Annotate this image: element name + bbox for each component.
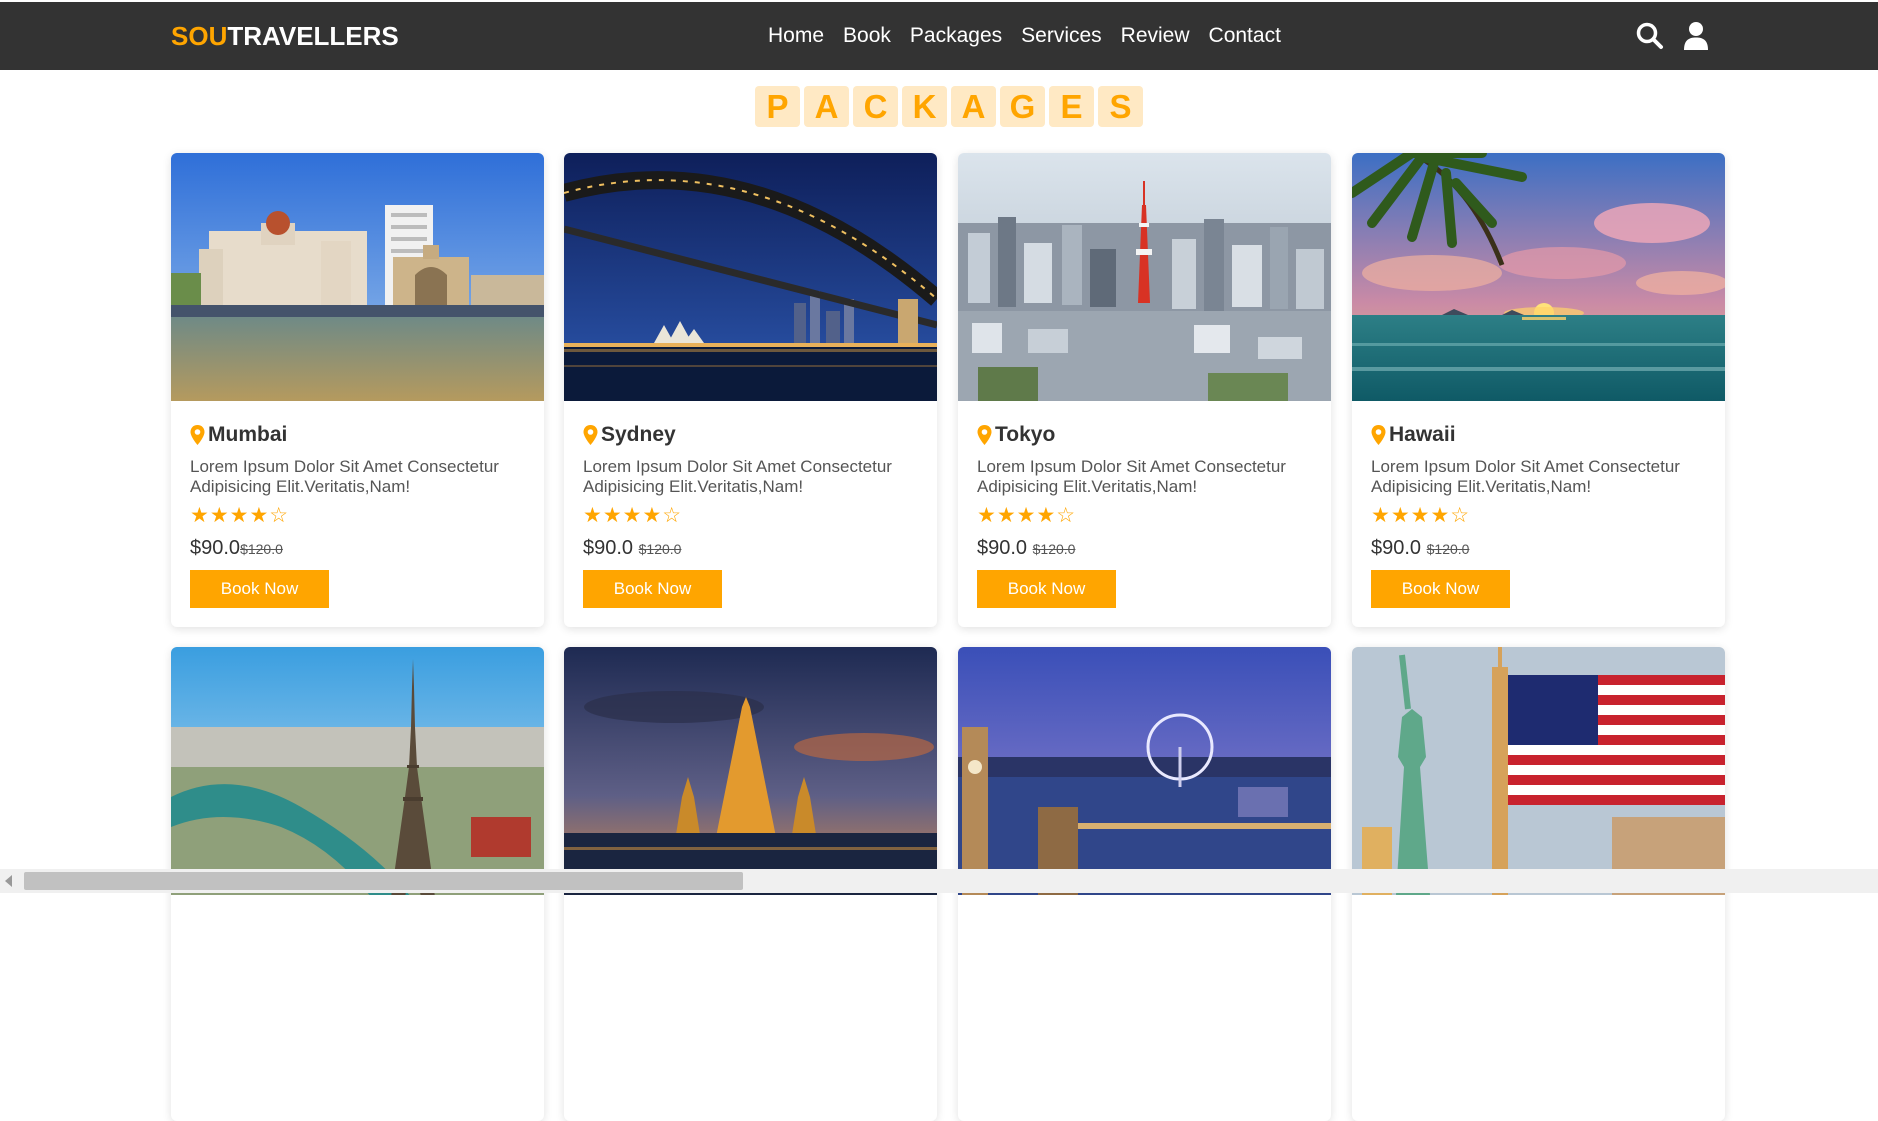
current-price: $90.0 (977, 537, 1028, 559)
user-icon[interactable] (1680, 20, 1712, 52)
heading-letter: P (755, 86, 800, 127)
package-price: $90.0 $120.0 (1371, 537, 1469, 560)
package-city: Hawaii (1389, 423, 1456, 446)
package-price: $90.0 $120.0 (977, 537, 1075, 560)
package-image-bangkok (564, 647, 937, 895)
current-price: $90.0 (1371, 537, 1422, 559)
nav-link-book[interactable]: Book (843, 24, 891, 48)
book-now-button[interactable]: Book Now (190, 570, 329, 608)
current-price: $90.0 (190, 537, 241, 559)
package-card-hawaii: Hawaii Lorem Ipsum Dolor Sit Amet Consec… (1352, 153, 1725, 627)
book-now-button[interactable]: Book Now (1371, 570, 1510, 608)
map-pin-icon (583, 425, 598, 445)
package-card-sydney: Sydney Lorem Ipsum Dolor Sit Amet Consec… (564, 153, 937, 627)
nav-link-home[interactable]: Home (768, 24, 824, 48)
heading-letter: A (951, 86, 996, 127)
heading-letter: E (1049, 86, 1094, 127)
package-image-london (958, 647, 1331, 895)
package-price: $90.0 $120.0 (583, 537, 681, 560)
section-heading: P A C K A G E S (755, 86, 1143, 127)
logo-text: TRAVELLERS (227, 21, 399, 51)
package-description: Lorem Ipsum Dolor Sit Amet Consectetur A… (190, 457, 499, 496)
package-city: Tokyo (995, 423, 1056, 446)
nav-links: Home Book Packages Services Review Conta… (768, 2, 1281, 70)
package-price: $90.0$120.0 (190, 537, 283, 560)
package-city: Sydney (601, 423, 676, 446)
book-now-button[interactable]: Book Now (583, 570, 722, 608)
nav-link-services[interactable]: Services (1021, 24, 1102, 48)
navbar: SOUTRAVELLERS Home Book Packages Service… (0, 2, 1878, 70)
map-pin-icon (190, 425, 205, 445)
package-card-tokyo: Tokyo Lorem Ipsum Dolor Sit Amet Consect… (958, 153, 1331, 627)
logo[interactable]: SOUTRAVELLERS (171, 2, 399, 70)
horizontal-scrollbar[interactable] (0, 869, 1878, 893)
scrollbar-thumb[interactable] (24, 872, 743, 890)
current-price: $90.0 (583, 537, 634, 559)
package-description: Lorem Ipsum Dolor Sit Amet Consectetur A… (977, 457, 1286, 496)
search-icon[interactable] (1634, 20, 1666, 52)
book-now-button[interactable]: Book Now (977, 570, 1116, 608)
package-image-hawaii (1352, 153, 1725, 401)
package-card-mumbai: Mumbai Lorem Ipsum Dolor Sit Amet Consec… (171, 153, 544, 627)
package-title: Mumbai (190, 423, 287, 447)
package-image-usa (1352, 647, 1725, 895)
heading-letter: S (1098, 86, 1143, 127)
package-city: Mumbai (208, 423, 288, 446)
heading-letter: C (853, 86, 898, 127)
star-rating: ★★★★☆ (977, 504, 1077, 527)
star-rating: ★★★★☆ (1371, 504, 1471, 527)
scroll-left-arrow-icon[interactable] (5, 875, 12, 887)
old-price: $120.0 (1032, 541, 1076, 557)
package-description: Lorem Ipsum Dolor Sit Amet Consectetur A… (1371, 457, 1680, 496)
map-pin-icon (977, 425, 992, 445)
old-price: $120.0 (638, 541, 682, 557)
nav-link-contact[interactable]: Contact (1209, 24, 1281, 48)
heading-letter: K (902, 86, 947, 127)
heading-letter: G (1000, 86, 1045, 127)
heading-letter: A (804, 86, 849, 127)
package-description: Lorem Ipsum Dolor Sit Amet Consectetur A… (583, 457, 892, 496)
package-image-sydney (564, 153, 937, 401)
package-image-mumbai (171, 153, 544, 401)
old-price: $120.0 (240, 541, 283, 557)
package-image-tokyo (958, 153, 1331, 401)
old-price: $120.0 (1426, 541, 1470, 557)
package-image-paris (171, 647, 544, 895)
package-title: Tokyo (977, 423, 1055, 447)
package-title: Sydney (583, 423, 676, 447)
nav-link-packages[interactable]: Packages (910, 24, 1002, 48)
star-rating: ★★★★☆ (190, 504, 290, 527)
nav-link-review[interactable]: Review (1121, 24, 1190, 48)
map-pin-icon (1371, 425, 1386, 445)
package-title: Hawaii (1371, 423, 1456, 447)
logo-accent: SOU (171, 21, 228, 51)
star-rating: ★★★★☆ (583, 504, 683, 527)
